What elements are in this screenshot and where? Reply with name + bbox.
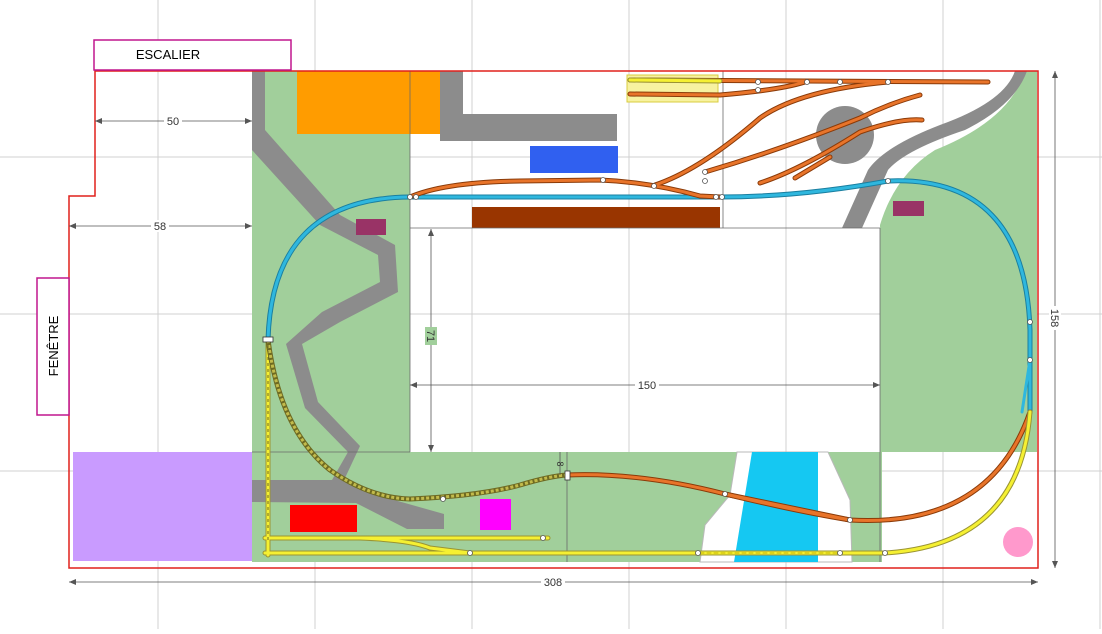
- dim-71: 71: [424, 330, 436, 342]
- small-building-left: [356, 219, 386, 235]
- dim-58: 58: [154, 221, 166, 233]
- dim-308: 308: [544, 577, 562, 589]
- track-bumper-mid: [564, 470, 571, 481]
- blue-building: [530, 146, 618, 173]
- small-building-right: [893, 201, 924, 216]
- track-plan-diagram: ESCALIER FENÊTRE 50 58 71 150 158 308 8: [0, 0, 1102, 629]
- window-label: FENÊTRE: [46, 315, 61, 376]
- layout-plan: ESCALIER FENÊTRE 50 58 71 150 158 308 8: [0, 0, 1102, 629]
- orange-building: [297, 71, 440, 134]
- magenta-building: [480, 499, 511, 530]
- stairs-label: ESCALIER: [136, 47, 200, 62]
- dim-158: 158: [1048, 309, 1060, 327]
- purple-area: [73, 452, 252, 561]
- platform-building: [472, 207, 720, 228]
- track-bumper-left: [262, 336, 274, 343]
- dim-150: 150: [638, 380, 656, 392]
- dim-8: 8: [555, 461, 565, 466]
- pink-circle: [1003, 527, 1033, 557]
- dim-50: 50: [167, 116, 179, 128]
- red-building: [290, 505, 357, 532]
